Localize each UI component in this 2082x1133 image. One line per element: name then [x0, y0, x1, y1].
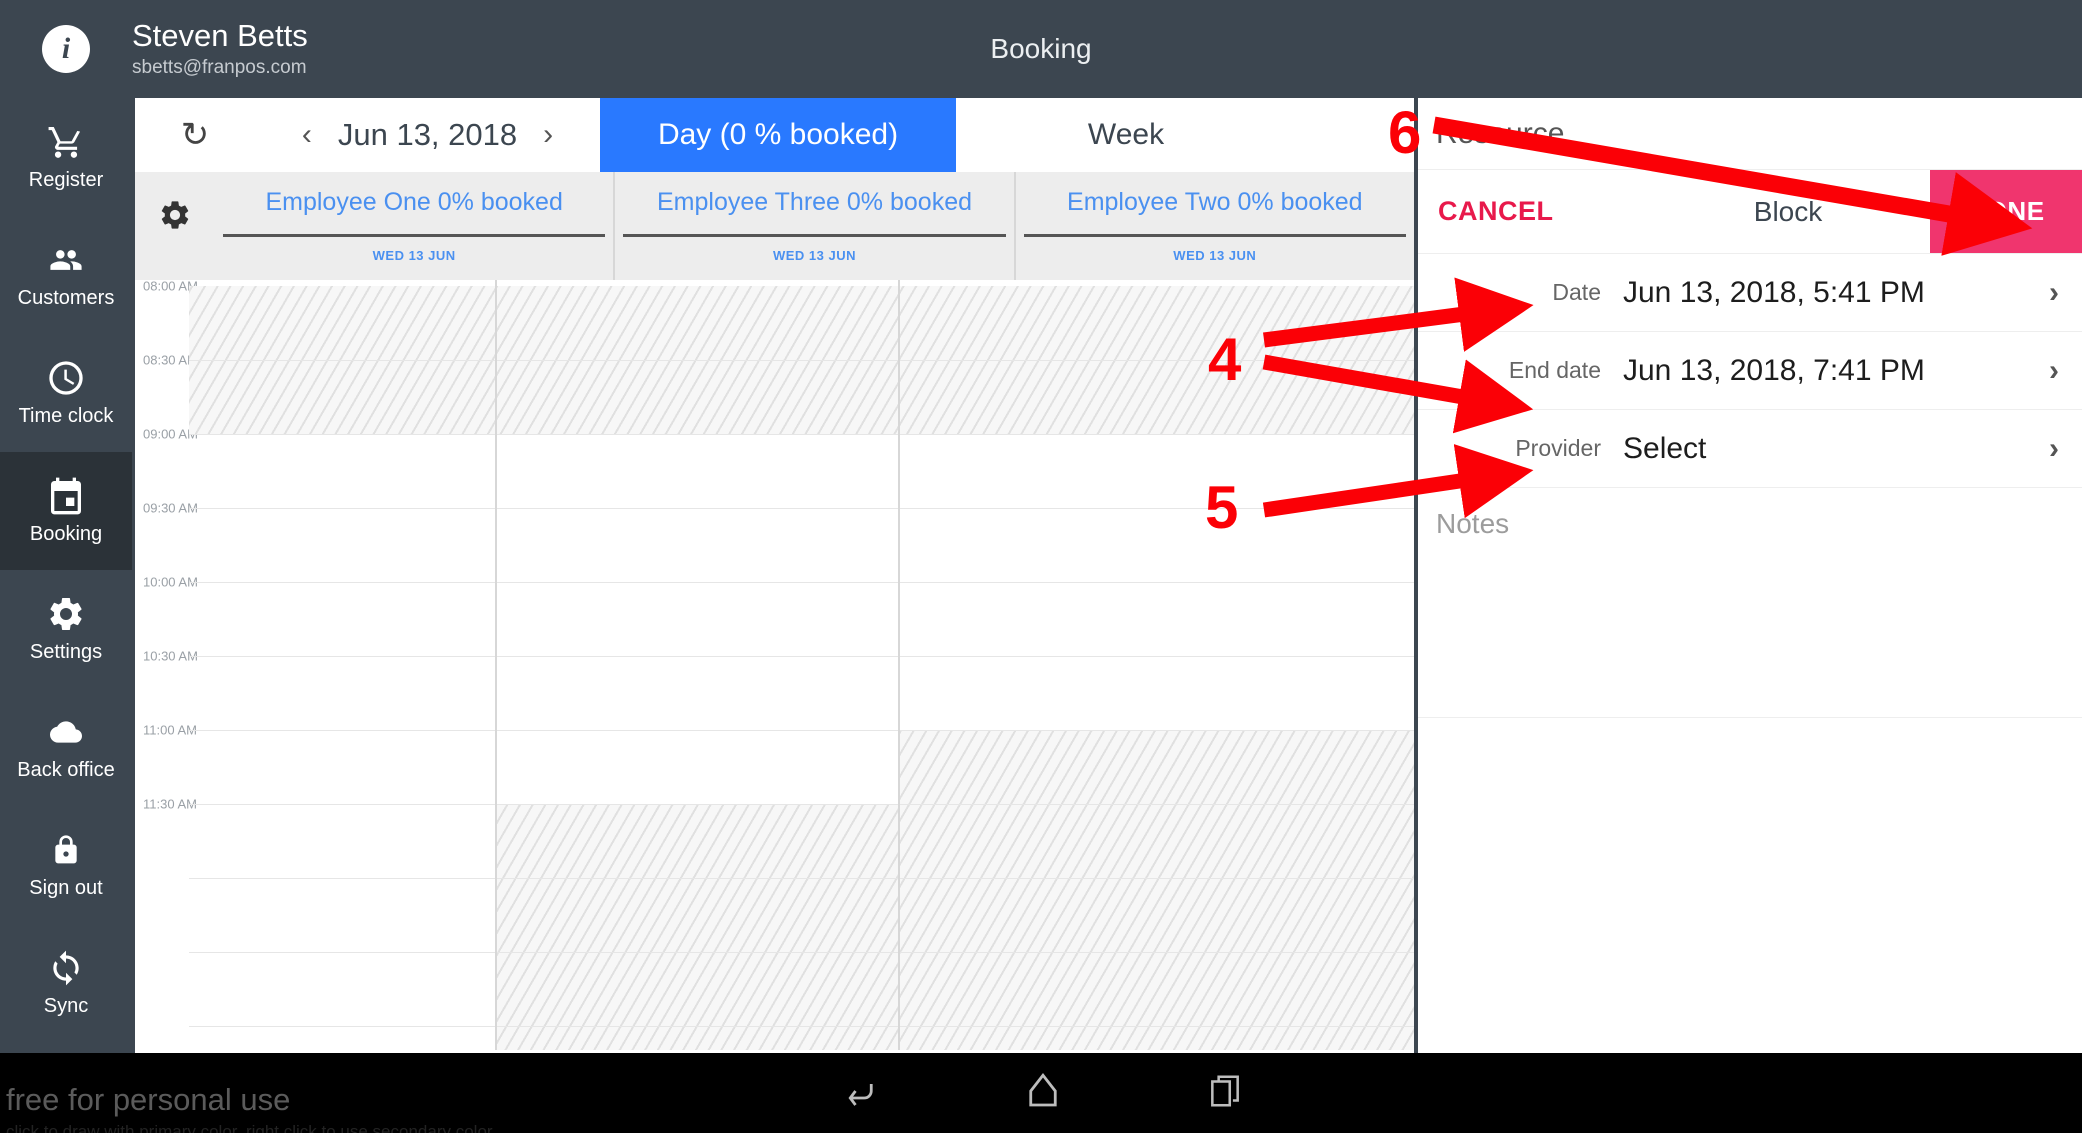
- user-info: Steven Betts sbetts@franpos.com: [132, 17, 308, 81]
- employee-day: WED 13 JUN: [772, 248, 856, 263]
- employee-name: Employee Two 0% booked: [1067, 188, 1363, 216]
- provider-row[interactable]: Provider Select ›: [1418, 410, 2082, 488]
- end-date-row[interactable]: End date Jun 13, 2018, 7:41 PM ›: [1418, 332, 2082, 410]
- time-gutter: 08:00 AM 08:30 AM 09:00 AM 09:30 AM 10:0…: [135, 280, 198, 1050]
- employee-name: Employee Three 0% booked: [656, 188, 972, 216]
- sidebar-item-booking[interactable]: Booking: [0, 452, 132, 570]
- watermark-text: free for personal use: [6, 1082, 291, 1117]
- cloud-icon: [43, 712, 89, 752]
- sidebar-item-label: Settings: [29, 641, 103, 663]
- app-bar: i Steven Betts sbetts@franpos.com Bookin…: [0, 0, 2082, 98]
- cart-icon: [43, 122, 89, 162]
- booking-detail-panel: Resource CANCEL Block DONE Date Jun 13, …: [1414, 98, 2082, 1053]
- people-icon: [43, 240, 89, 280]
- sidebar-item-settings[interactable]: Settings: [0, 570, 132, 688]
- sidebar-item-sync[interactable]: Sync: [0, 924, 132, 1042]
- android-nav-bar: [0, 1053, 2082, 1133]
- date-row-label: Date: [1552, 279, 1601, 305]
- back-icon[interactable]: [838, 1070, 880, 1117]
- info-icon: i: [42, 25, 90, 73]
- end-date-row-label: End date: [1508, 357, 1601, 383]
- sidebar-item-register[interactable]: Register: [0, 98, 132, 216]
- cancel-button[interactable]: CANCEL: [1418, 170, 1646, 253]
- blocked-slot[interactable]: [495, 804, 898, 1050]
- employee-rule: [623, 234, 1006, 237]
- lock-icon: [43, 830, 89, 870]
- sync-icon: [43, 948, 89, 988]
- chevron-right-icon: ›: [2049, 275, 2059, 309]
- employee-header-row: Employee One 0% booked WED 13 JUN Employ…: [135, 172, 1414, 280]
- block-title: Block: [1753, 195, 1823, 227]
- sidebar-item-label: Back office: [17, 759, 115, 781]
- calendar-icon: [43, 476, 89, 516]
- calendar-grid[interactable]: 08:00 AM 08:30 AM 09:00 AM 09:30 AM 10:0…: [135, 280, 1414, 1050]
- info-button[interactable]: i: [0, 0, 132, 98]
- calendar-toolbar: ↻ ‹ Jun 13, 2018 › Day (0 % booked) Week: [135, 98, 1414, 172]
- sidebar-item-customers[interactable]: Customers: [0, 216, 132, 334]
- employee-day: WED 13 JUN: [1173, 248, 1257, 263]
- gear-icon: [43, 594, 89, 634]
- prev-day-button[interactable]: ‹: [302, 118, 312, 152]
- calendar-area: ↻ ‹ Jun 13, 2018 › Day (0 % booked) Week…: [132, 98, 1414, 1053]
- sidebar-item-label: Register: [28, 169, 104, 191]
- blocked-slot[interactable]: [898, 730, 1414, 1050]
- end-date-row-value: Jun 13, 2018, 7:41 PM: [1623, 353, 1925, 387]
- employee-column-header[interactable]: Employee Two 0% booked WED 13 JUN: [1016, 172, 1414, 280]
- sidebar-item-label: Booking: [29, 523, 103, 545]
- notes-input[interactable]: Notes: [1418, 488, 2082, 718]
- sidebar-item-label: Sync: [43, 995, 89, 1017]
- app-root: i Steven Betts sbetts@franpos.com Bookin…: [0, 0, 2082, 1133]
- user-name: Steven Betts: [132, 18, 308, 53]
- chevron-right-icon: ›: [2049, 353, 2059, 387]
- sidebar-item-time-clock[interactable]: Time clock: [0, 334, 132, 452]
- calendar-slots[interactable]: [189, 280, 1414, 1050]
- next-day-button[interactable]: ›: [543, 118, 553, 152]
- clock-icon: [43, 358, 89, 398]
- recents-icon[interactable]: [1206, 1072, 1244, 1115]
- employee-name: Employee One 0% booked: [265, 188, 563, 216]
- done-button[interactable]: DONE: [1930, 170, 2082, 253]
- date-navigator: ‹ Jun 13, 2018 ›: [255, 98, 600, 172]
- employee-rule: [223, 234, 606, 237]
- provider-row-value: Select: [1623, 431, 1707, 465]
- sidebar-item-label: Customers: [17, 287, 115, 309]
- current-date-label: Jun 13, 2018: [337, 117, 518, 152]
- date-row[interactable]: Date Jun 13, 2018, 5:41 PM ›: [1418, 254, 2082, 332]
- watermark-subtext: click to draw with primary color, right …: [6, 1122, 497, 1133]
- sidebar-item-back-office[interactable]: Back office: [0, 688, 132, 806]
- employee-rule: [1023, 234, 1406, 237]
- home-icon[interactable]: [1022, 1070, 1064, 1117]
- user-email: sbetts@franpos.com: [132, 57, 307, 78]
- sidebar-item-label: Sign out: [29, 877, 103, 899]
- resource-label: Resource: [1418, 98, 2082, 170]
- panel-action-bar: CANCEL Block DONE: [1418, 170, 2082, 254]
- page-title: Booking: [990, 33, 1092, 64]
- date-row-value: Jun 13, 2018, 5:41 PM: [1623, 275, 1925, 309]
- tab-day[interactable]: Day (0 % booked): [600, 98, 956, 172]
- employee-column-header[interactable]: Employee One 0% booked WED 13 JUN: [215, 172, 616, 280]
- refresh-icon[interactable]: ↻: [135, 98, 255, 172]
- employee-column-header[interactable]: Employee Three 0% booked WED 13 JUN: [615, 172, 1016, 280]
- tab-week[interactable]: Week: [956, 98, 1296, 172]
- calendar-settings-button[interactable]: [135, 172, 215, 280]
- sidebar: Register Customers Time clock Booking Se: [0, 98, 132, 1053]
- chevron-right-icon: ›: [2049, 431, 2059, 465]
- provider-row-label: Provider: [1515, 435, 1601, 461]
- sidebar-item-label: Time clock: [18, 405, 114, 427]
- employee-day: WED 13 JUN: [372, 248, 456, 263]
- sidebar-item-sign-out[interactable]: Sign out: [0, 806, 132, 924]
